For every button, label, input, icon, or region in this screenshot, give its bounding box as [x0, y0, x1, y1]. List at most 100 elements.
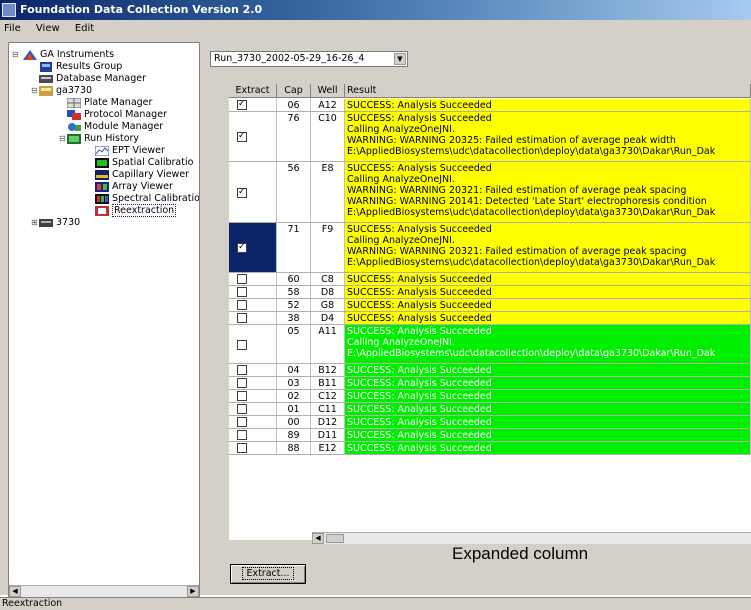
tree-node-3730[interactable]: 3730 [39, 217, 80, 229]
run-select-dropdown[interactable]: Run_3730_2002-05-29_16-26_4 ▼ [210, 51, 408, 67]
result-line: SUCCESS: Analysis Succeeded [347, 113, 492, 124]
cap-cell: 58 [277, 286, 311, 298]
extract-button[interactable]: Extract... [230, 564, 306, 584]
result-line: SUCCESS: Analysis Succeeded [347, 163, 492, 174]
cap-cell: 00 [277, 416, 311, 428]
tree-node-run-history[interactable]: Run History [67, 133, 139, 145]
table-row[interactable]: 04 B12 SUCCESS: Analysis Succeeded [229, 364, 751, 377]
chevron-down-icon[interactable]: ▼ [394, 53, 406, 65]
extract-checkbox[interactable] [237, 242, 247, 253]
extract-checkbox[interactable] [237, 340, 247, 350]
extract-cell [229, 299, 277, 311]
extract-checkbox[interactable] [237, 378, 247, 388]
scroll-left-icon[interactable]: ◀ [9, 586, 21, 597]
reextraction-icon [95, 206, 109, 216]
tree-node-spatial-calibration[interactable]: Spatial Calibratio [95, 157, 193, 169]
table-row[interactable]: 02 C12 SUCCESS: Analysis Succeeded [229, 390, 751, 403]
result-line: Calling AnalyzeOneJNI. [347, 235, 455, 246]
cap-cell: 89 [277, 429, 311, 441]
array-viewer-icon [95, 182, 109, 192]
extract-button-label: Extract... [242, 567, 294, 580]
header-result[interactable]: Result [345, 84, 751, 98]
extract-checkbox[interactable] [237, 365, 247, 375]
table-row[interactable]: 06A12SUCCESS: Analysis Succeeded [229, 99, 751, 112]
scroll-thumb[interactable] [326, 534, 344, 543]
collapse-icon[interactable]: ⊟ [12, 49, 19, 61]
extract-checkbox[interactable] [237, 131, 247, 142]
menu-view[interactable]: View [36, 23, 60, 34]
table-row[interactable]: 76C10SUCCESS: Analysis SucceededCalling … [229, 112, 751, 162]
result-cell: SUCCESS: Analysis Succeeded [345, 286, 751, 298]
table-row[interactable]: 52 G8 SUCCESS: Analysis Succeeded [229, 299, 751, 312]
extract-checkbox[interactable] [237, 300, 247, 310]
table-row[interactable]: 00 D12 SUCCESS: Analysis Succeeded [229, 416, 751, 429]
tree-node-module-manager[interactable]: Module Manager [67, 121, 163, 133]
table-horizontal-scrollbar[interactable]: ◀ [312, 532, 751, 544]
table-row[interactable]: 03 B11 SUCCESS: Analysis Succeeded [229, 377, 751, 390]
result-line: SUCCESS: Analysis Succeeded [347, 365, 492, 376]
result-cell: SUCCESS: Analysis Succeeded [345, 273, 751, 285]
table-row[interactable]: 88 E12 SUCCESS: Analysis Succeeded [229, 442, 751, 455]
extract-checkbox[interactable] [237, 313, 247, 323]
tree-node-capillary-viewer[interactable]: Capillary Viewer [95, 169, 189, 181]
result-line: Calling AnalyzeOneJNI. [347, 337, 455, 348]
table-row[interactable]: 58 D8 SUCCESS: Analysis Succeeded [229, 286, 751, 299]
result-line: E:\AppliedBiosystems\udc\datacollection\… [347, 146, 716, 157]
table-row[interactable]: 56E8SUCCESS: Analysis SucceededCalling A… [229, 162, 751, 223]
tree-node-ga-instruments[interactable]: GA Instruments [23, 49, 114, 61]
window-title: Foundation Data Collection Version 2.0 [20, 3, 263, 16]
tree-horizontal-scrollbar[interactable]: ◀ ▶ [9, 585, 199, 597]
header-extract[interactable]: Extract [229, 84, 277, 98]
extract-checkbox[interactable] [237, 274, 247, 284]
tree-node-array-viewer[interactable]: Array Viewer [95, 181, 173, 193]
cap-cell: 56 [277, 162, 311, 222]
cap-cell: 01 [277, 403, 311, 415]
navigation-tree[interactable]: ⊟ GA Instruments Results Group Database … [8, 42, 200, 598]
extract-checkbox[interactable] [237, 391, 247, 401]
run-select-value: Run_3730_2002-05-29_16-26_4 [214, 53, 365, 64]
collapse-icon[interactable]: ⊟ [59, 133, 66, 145]
extract-checkbox[interactable] [237, 99, 247, 110]
extract-checkbox[interactable] [237, 187, 247, 198]
tree-node-protocol-manager[interactable]: Protocol Manager [67, 109, 167, 121]
table-row[interactable]: 60 C8 SUCCESS: Analysis Succeeded [229, 273, 751, 286]
extract-cell [229, 377, 277, 389]
tree-node-results-group[interactable]: Results Group [39, 61, 122, 73]
tree-node-reextraction[interactable]: Reextraction [95, 204, 177, 217]
table-row[interactable]: 89 D11 SUCCESS: Analysis Succeeded [229, 429, 751, 442]
table-row[interactable]: 71F9SUCCESS: Analysis SucceededCalling A… [229, 223, 751, 273]
tree-node-database-manager[interactable]: Database Manager [39, 73, 146, 85]
cap-cell: 02 [277, 390, 311, 402]
extract-cell [229, 273, 277, 285]
cap-cell: 05 [277, 325, 311, 363]
extract-checkbox[interactable] [237, 430, 247, 440]
title-bar: Foundation Data Collection Version 2.0 [0, 0, 751, 20]
table-row[interactable]: 38 D4 SUCCESS: Analysis Succeeded [229, 312, 751, 325]
scroll-left-icon[interactable]: ◀ [312, 533, 324, 544]
well-cell: B12 [311, 364, 345, 376]
result-cell: SUCCESS: Analysis Succeeded [345, 390, 751, 402]
result-cell: SUCCESS: Analysis Succeeded [345, 377, 751, 389]
cap-cell: 88 [277, 442, 311, 454]
header-well[interactable]: Well [311, 84, 345, 98]
expand-icon[interactable]: ⊞ [31, 217, 38, 229]
extract-checkbox[interactable] [237, 443, 247, 453]
scroll-right-icon[interactable]: ▶ [187, 586, 199, 597]
collapse-icon[interactable]: ⊟ [31, 85, 38, 97]
table-row[interactable]: 01 C11 SUCCESS: Analysis Succeeded [229, 403, 751, 416]
tree-node-plate-manager[interactable]: Plate Manager [66, 97, 152, 109]
result-line: SUCCESS: Analysis Succeeded [347, 326, 492, 337]
tree-node-ept-viewer[interactable]: EPT Viewer [94, 145, 165, 157]
well-cell: B11 [311, 377, 345, 389]
extract-checkbox[interactable] [237, 404, 247, 414]
result-line: E:\AppliedBiosystems\udc\datacollection\… [347, 257, 716, 268]
well-cell: A11 [311, 325, 345, 363]
header-cap[interactable]: Cap [277, 84, 311, 98]
extract-cell [229, 162, 277, 222]
menu-file[interactable]: File [4, 23, 21, 34]
extract-checkbox[interactable] [237, 417, 247, 427]
tree-node-ga3730[interactable]: ga3730 [39, 85, 92, 97]
menu-edit[interactable]: Edit [75, 23, 94, 34]
table-row[interactable]: 05 A11 SUCCESS: Analysis Succeeded Calling … [229, 325, 751, 364]
extract-checkbox[interactable] [237, 287, 247, 297]
